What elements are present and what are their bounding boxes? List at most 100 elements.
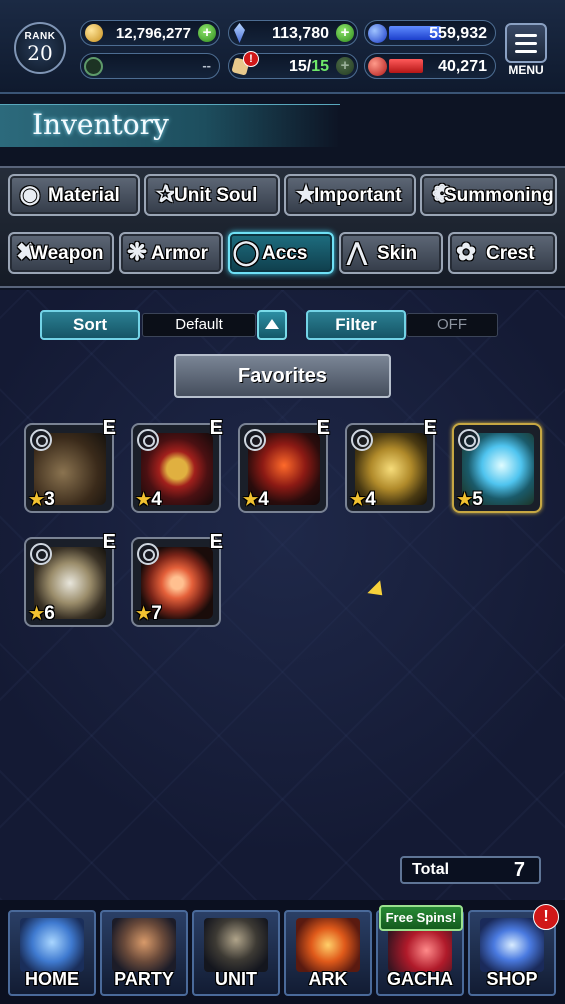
stamina-value: 15/15 [289, 58, 329, 76]
green-counter[interactable]: -- [80, 53, 220, 79]
red-orb-value: 40,271 [438, 58, 487, 75]
nav-label: SHOP [486, 969, 538, 989]
item-slot[interactable]: E ★3 [24, 417, 116, 513]
menu-line-icon [515, 42, 537, 45]
gil-value: 12,796,277 [115, 25, 191, 42]
home-castle-icon [20, 918, 84, 972]
lapis-value: 113,780 [272, 25, 329, 42]
free-spins-badge[interactable]: Free Spins! [379, 905, 463, 931]
filter-value[interactable]: OFF [406, 313, 498, 337]
unit-hero-icon [204, 918, 268, 972]
item-slot[interactable]: E ★6 [24, 531, 116, 627]
menu-line-icon [515, 50, 537, 53]
item-slot[interactable]: E ★4 [238, 417, 330, 513]
tab-summoning[interactable]: ❁ Summoning [420, 174, 557, 216]
stamina-current: 15 [288, 58, 307, 75]
filter-button[interactable]: Filter [306, 310, 406, 340]
star-icon: ★ [136, 490, 152, 509]
accessory-type-icon [137, 543, 159, 565]
star-icon: ★ [29, 490, 45, 509]
gil-counter[interactable]: 12,796,277 + [80, 20, 220, 46]
gil-coin-icon [85, 24, 103, 42]
nav-label: GACHA [387, 969, 453, 989]
shop-alert-icon: ! [533, 904, 559, 930]
tab-unit-soul[interactable]: ✰ Unit Soul [144, 174, 280, 216]
tab-label: Important [314, 185, 402, 206]
item-slot[interactable]: E ★4 [131, 417, 223, 513]
menu-button[interactable] [505, 23, 547, 63]
nav-home[interactable]: HOME [8, 910, 96, 996]
nav-label: UNIT [215, 969, 257, 989]
add-lapis-icon[interactable]: + [336, 24, 354, 42]
rank-badge[interactable]: RANK 20 [14, 22, 66, 74]
category-tabs: ◉ Material ✰ Unit Soul ★ Important ❁ Sum… [0, 166, 565, 288]
shop-crystal-icon [480, 918, 544, 972]
tab-label: Skin [377, 243, 418, 264]
menu-label[interactable]: MENU [503, 63, 549, 77]
favorites-button[interactable]: Favorites [174, 354, 391, 398]
nav-unit[interactable]: UNIT [192, 910, 280, 996]
rarity-label: ★3 [29, 489, 55, 511]
tab-accs[interactable]: ◯ Accs [228, 232, 334, 274]
page-title: Inventory [32, 108, 169, 141]
lapis-crystal-icon [234, 23, 245, 43]
rarity-value: 6 [44, 603, 55, 624]
tab-armor[interactable]: ❋ Armor [119, 232, 223, 274]
nav-label: HOME [25, 969, 79, 989]
equipped-badge: E [423, 417, 437, 439]
rarity-label: ★4 [136, 489, 162, 511]
lapis-counter[interactable]: 113,780 + [228, 20, 358, 46]
star-icon: ★ [350, 490, 366, 509]
party-characters-icon [112, 918, 176, 972]
tab-label: Accs [262, 243, 308, 264]
page-title-bar: Inventory [0, 104, 340, 147]
menu-line-icon [515, 34, 537, 37]
hanger-icon: ⋀ [347, 239, 367, 266]
sort-button[interactable]: Sort [40, 310, 140, 340]
red-orb-counter[interactable]: 40,271 [364, 53, 496, 79]
crest-icon: ✿ [455, 239, 477, 266]
rarity-label: ★6 [29, 603, 55, 625]
sort-order-button[interactable] [257, 310, 287, 340]
star-icon: ★ [29, 604, 45, 623]
tab-weapon[interactable]: ✖ Weapon [8, 232, 114, 274]
tab-important[interactable]: ★ Important [284, 174, 416, 216]
red-orb-icon [368, 57, 387, 76]
rarity-value: 7 [151, 603, 162, 624]
blue-orb-counter[interactable]: 559,932 [364, 20, 496, 46]
green-slot-value: -- [202, 58, 211, 73]
nav-party[interactable]: PARTY [100, 910, 188, 996]
star-icon: ★ [243, 490, 259, 509]
stamina-counter[interactable]: ! 15/15 + [228, 51, 358, 79]
tab-label: Summoning [444, 185, 554, 206]
bottom-nav: HOME PARTY UNIT ARK GACHA SHOP [0, 900, 565, 1004]
tab-material[interactable]: ◉ Material [8, 174, 140, 216]
tab-label: Unit Soul [174, 185, 258, 206]
item-slot[interactable]: E ★4 [345, 417, 437, 513]
bag-icon: ◉ [19, 181, 41, 208]
item-slot[interactable]: E ★7 [131, 531, 223, 627]
equipped-badge: E [209, 531, 223, 553]
star-icon: ★ [136, 604, 152, 623]
tab-label: Armor [151, 243, 209, 264]
stamina-alert-icon: ! [243, 51, 259, 67]
tab-skin[interactable]: ⋀ Skin [339, 232, 443, 274]
tab-label: Weapon [30, 243, 104, 264]
total-value: 7 [513, 859, 525, 881]
nav-ark[interactable]: ARK [284, 910, 372, 996]
item-slot[interactable]: ★5 [452, 423, 542, 513]
add-stamina-icon[interactable]: + [336, 57, 354, 75]
ring-icon: ◯ [232, 239, 260, 266]
nav-label: ARK [308, 969, 348, 989]
accessory-type-icon [244, 429, 266, 451]
add-gil-icon[interactable]: + [198, 24, 216, 42]
rarity-label: ★4 [243, 489, 269, 511]
rarity-value: 4 [365, 489, 376, 510]
rarity-value: 4 [258, 489, 269, 510]
ark-phoenix-icon [296, 918, 360, 972]
total-count: Total 7 [400, 856, 541, 884]
tab-crest[interactable]: ✿ Crest [448, 232, 557, 274]
rarity-label: ★4 [350, 489, 376, 511]
sort-value[interactable]: Default [142, 313, 256, 337]
status-bar: RANK 20 12,796,277 + 113,780 + 559,932 -… [0, 0, 565, 94]
